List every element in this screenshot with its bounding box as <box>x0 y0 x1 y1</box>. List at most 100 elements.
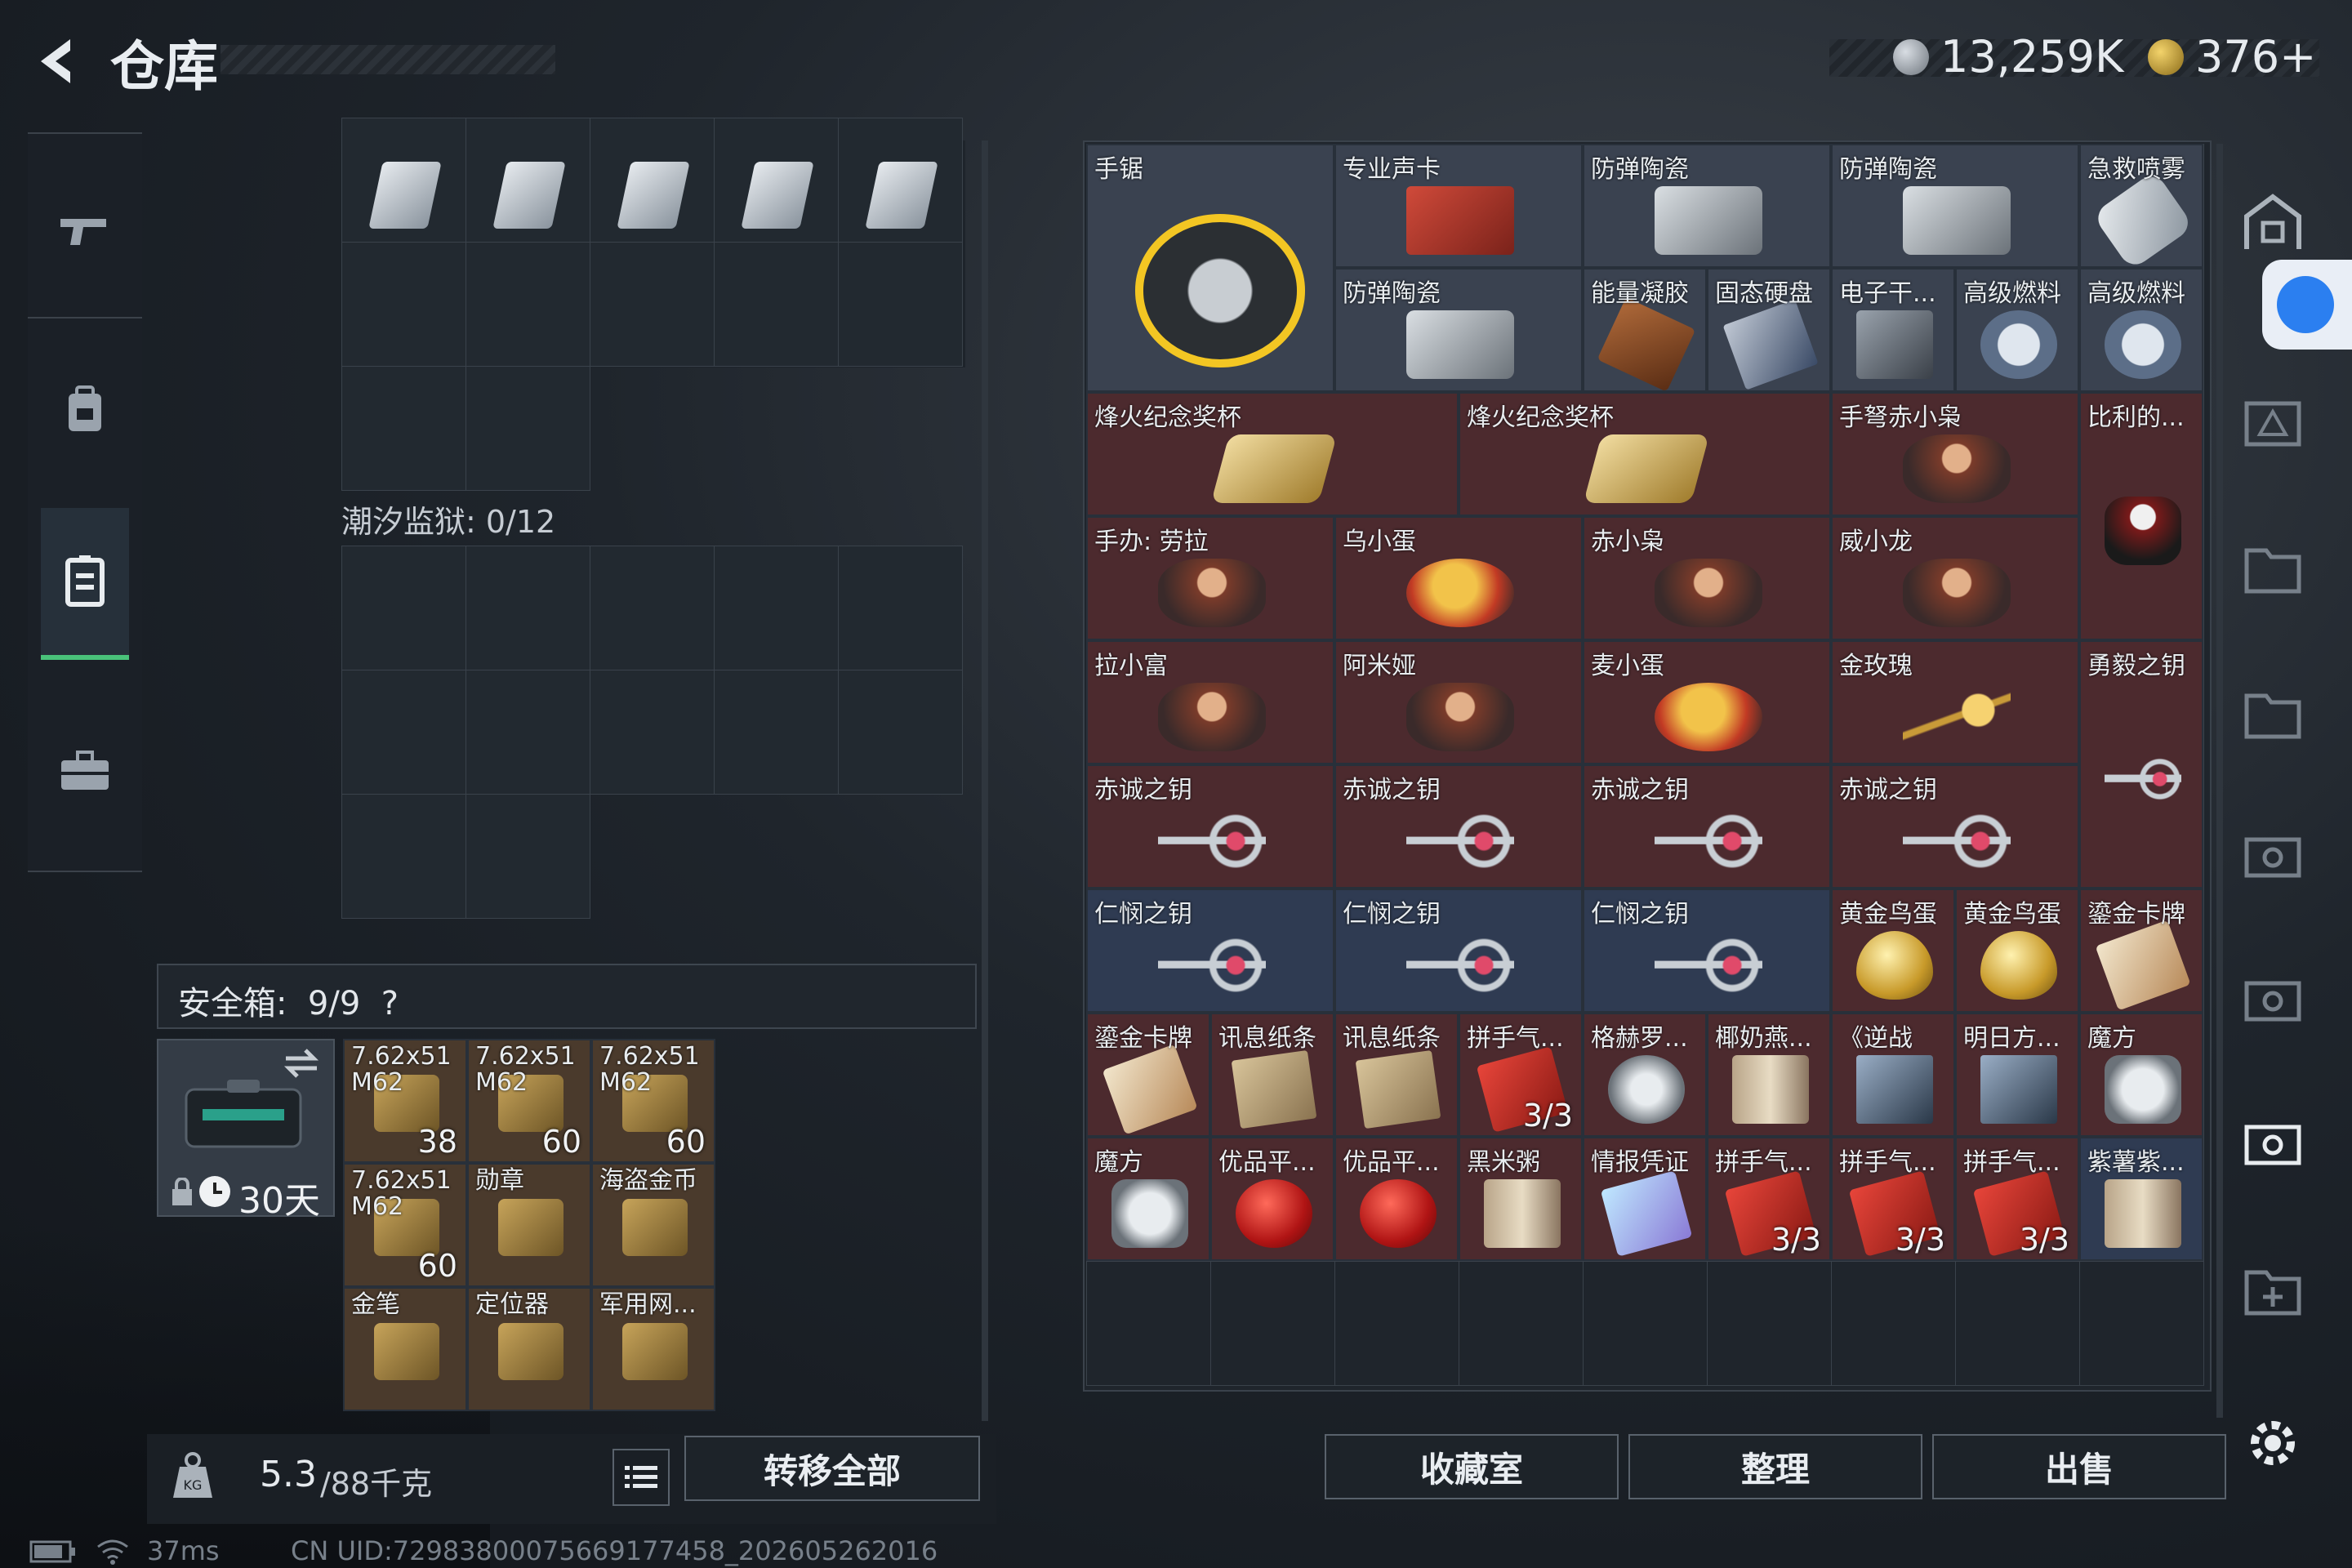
warehouse-item[interactable]: 专业声卡 <box>1334 144 1583 268</box>
warehouse-item[interactable]: 手锯 <box>1086 144 1334 392</box>
grid-cell[interactable] <box>1086 1261 1211 1386</box>
warehouse-tab-home[interactable] <box>2236 186 2310 260</box>
warehouse-item[interactable]: 情报凭证 <box>1583 1137 1707 1261</box>
rail-briefcase-button[interactable] <box>28 689 142 853</box>
grid-cell[interactable] <box>838 670 963 795</box>
warehouse-item[interactable]: 讯息纸条 <box>1334 1013 1459 1137</box>
warehouse-item[interactable]: 防弹陶瓷 <box>1334 268 1583 392</box>
grid-cell[interactable] <box>838 242 963 367</box>
warehouse-item[interactable]: 赤诚之钥 <box>1583 764 1831 889</box>
warehouse-item[interactable]: 赤诚之钥 <box>1334 764 1583 889</box>
grid-cell[interactable] <box>341 366 466 491</box>
swap-icon[interactable] <box>281 1047 322 1080</box>
warehouse-item[interactable]: 勇毅之钥 <box>2079 640 2203 889</box>
safe-box-item[interactable]: 定位器 <box>467 1287 591 1411</box>
grid-cell[interactable] <box>590 670 715 795</box>
grid-cell[interactable] <box>2079 1261 2204 1386</box>
rail-weapons-button[interactable] <box>28 149 142 312</box>
grid-cell[interactable] <box>466 670 590 795</box>
warehouse-tab-4[interactable] <box>2236 676 2310 750</box>
transfer-all-button[interactable]: 转移全部 <box>684 1436 980 1501</box>
sell-button[interactable]: 出售 <box>1932 1434 2226 1499</box>
warehouse-item[interactable]: 手弩赤小枭 <box>1831 392 2079 516</box>
grid-cell[interactable] <box>341 670 466 795</box>
grid-cell[interactable] <box>341 546 466 670</box>
warehouse-item[interactable]: 急救喷雾 <box>2079 144 2203 268</box>
safe-box-item[interactable]: 7.62x51 M62 60 <box>467 1039 591 1163</box>
warehouse-item[interactable]: 高级燃料 <box>2079 268 2203 392</box>
warehouse-tab-7-active[interactable] <box>2236 1107 2310 1181</box>
organize-button[interactable]: 整理 <box>1628 1434 1922 1499</box>
grid-cell[interactable] <box>466 546 590 670</box>
grid-cell[interactable] <box>714 670 839 795</box>
grid-cell[interactable] <box>341 794 466 919</box>
warehouse-tab-5[interactable] <box>2236 820 2310 893</box>
list-view-button[interactable] <box>612 1449 670 1506</box>
warehouse-item[interactable]: 黑米粥 <box>1459 1137 1583 1261</box>
warehouse-item[interactable]: 防弹陶瓷 <box>1583 144 1831 268</box>
warehouse-item[interactable]: 拼手气... 3/3 <box>1459 1013 1583 1137</box>
grid-cell[interactable] <box>1583 1261 1708 1386</box>
warehouse-item[interactable]: 拉小富 <box>1086 640 1334 764</box>
warehouse-item[interactable]: 比利的... <box>2079 392 2203 640</box>
grid-cell[interactable] <box>1955 1261 2080 1386</box>
warehouse-item[interactable]: 拼手气... 3/3 <box>1831 1137 1955 1261</box>
grid-cell[interactable] <box>1334 1261 1459 1386</box>
warehouse-item[interactable]: 紫薯紫... <box>2079 1137 2203 1261</box>
warehouse-item[interactable]: 魔方 <box>2079 1013 2203 1137</box>
warehouse-item[interactable]: 烽火纪念奖杯 <box>1459 392 1831 516</box>
warehouse-item[interactable]: 防弹陶瓷 <box>1831 144 2079 268</box>
left-scrollbar[interactable] <box>982 140 988 1421</box>
warehouse-item[interactable]: 金玫瑰 <box>1831 640 2079 764</box>
warehouse-item[interactable]: 麦小蛋 <box>1583 640 1831 764</box>
warehouse-item[interactable]: 格赫罗... <box>1583 1013 1707 1137</box>
currency-coins[interactable]: 13,259K <box>1893 31 2123 82</box>
warehouse-item[interactable]: 赤诚之钥 <box>1086 764 1334 889</box>
warehouse-item[interactable]: 威小龙 <box>1831 516 2079 640</box>
warehouse-item[interactable]: 仁悯之钥 <box>1086 889 1334 1013</box>
warehouse-item[interactable]: 优品平... <box>1334 1137 1459 1261</box>
warehouse-item[interactable]: 椰奶燕... <box>1707 1013 1831 1137</box>
grid-cell[interactable] <box>590 546 715 670</box>
safe-box-item[interactable]: 勋章 <box>467 1163 591 1287</box>
warehouse-item[interactable]: 乌小蛋 <box>1334 516 1583 640</box>
currency-tokens[interactable]: 376+ <box>2148 31 2316 82</box>
collection-room-button[interactable]: 收藏室 <box>1325 1434 1619 1499</box>
warehouse-item[interactable]: 讯息纸条 <box>1210 1013 1334 1137</box>
safe-box-item[interactable]: 7.62x51 M62 38 <box>343 1039 467 1163</box>
grid-cell[interactable] <box>1707 1261 1832 1386</box>
safe-box-item[interactable]: 7.62x51 M62 60 <box>591 1039 715 1163</box>
warehouse-scrollbar[interactable] <box>2216 144 2223 1418</box>
accessibility-button[interactable] <box>2262 260 2352 350</box>
grid-cell[interactable] <box>590 242 715 367</box>
grid-cell[interactable] <box>714 546 839 670</box>
rail-gear-button[interactable] <box>28 328 142 492</box>
safe-box-container[interactable]: 30天 <box>157 1039 335 1222</box>
safe-box-label[interactable]: 安全箱: 9/9 ? <box>178 977 399 1024</box>
warehouse-item[interactable]: 黄金鸟蛋 <box>1955 889 2079 1013</box>
grid-cell[interactable] <box>341 242 466 367</box>
warehouse-tab-3[interactable] <box>2236 531 2310 604</box>
settings-button[interactable] <box>2236 1406 2310 1480</box>
rail-storage-button[interactable] <box>41 508 129 660</box>
warehouse-item[interactable]: 赤诚之钥 <box>1831 764 2079 889</box>
grid-cell[interactable] <box>1459 1261 1584 1386</box>
warehouse-item[interactable]: 《逆战 <box>1831 1013 1955 1137</box>
grid-cell[interactable] <box>466 366 590 491</box>
warehouse-item[interactable]: 固态硬盘 <box>1707 268 1831 392</box>
warehouse-tab-6[interactable] <box>2236 964 2310 1037</box>
warehouse-item[interactable]: 高级燃料 <box>1955 268 2079 392</box>
grid-cell[interactable] <box>714 242 839 367</box>
warehouse-tab-add[interactable] <box>2236 1253 2310 1326</box>
warehouse-item[interactable]: 黄金鸟蛋 <box>1831 889 1955 1013</box>
warehouse-tab-2[interactable] <box>2236 384 2310 457</box>
warehouse-item[interactable]: 手办: 劳拉 <box>1086 516 1334 640</box>
warehouse-item[interactable]: 拼手气... 3/3 <box>1955 1137 2079 1261</box>
warehouse-item[interactable]: 魔方 <box>1086 1137 1210 1261</box>
safe-box-item[interactable]: 金笔 <box>343 1287 467 1411</box>
warehouse-item[interactable]: 阿米娅 <box>1334 640 1583 764</box>
grid-cell[interactable] <box>838 546 963 670</box>
grid-cell[interactable] <box>1831 1261 1956 1386</box>
grid-cell[interactable] <box>466 794 590 919</box>
safe-box-item[interactable]: 海盗金币 <box>591 1163 715 1287</box>
